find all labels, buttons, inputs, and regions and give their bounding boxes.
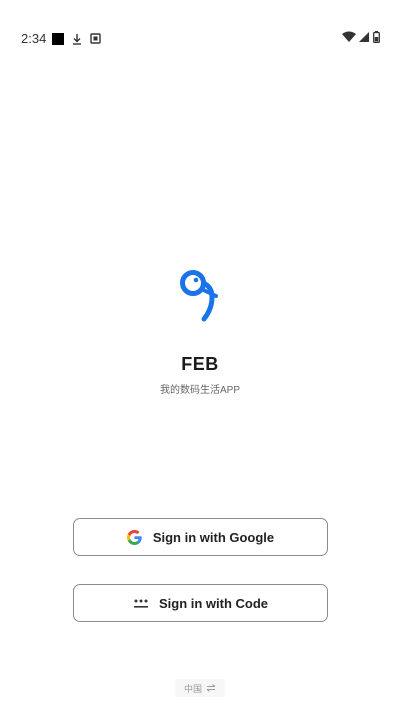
swap-arrows-icon: [206, 684, 216, 692]
black-square-notification-icon: [52, 32, 64, 45]
code-dots-icon: [133, 595, 149, 611]
download-icon: [73, 33, 81, 45]
sign-in-code-button[interactable]: Sign in with Code: [73, 584, 328, 622]
app-tagline: 我的数码生活APP: [159, 385, 240, 396]
cell-signal-icon: [359, 32, 369, 42]
sign-in-google-label: Sign in with Google: [152, 529, 275, 545]
sign-in-google-button[interactable]: Sign in with Google: [73, 518, 328, 556]
region-selector[interactable]: 中国: [175, 679, 225, 697]
status-time: 2:34: [21, 31, 47, 46]
battery-icon: [373, 31, 380, 43]
sign-in-code-label: Sign in with Code: [158, 595, 269, 611]
region-label: 中国: [183, 683, 202, 694]
google-g-icon: [127, 529, 143, 545]
status-bar: 2:34: [0, 0, 400, 78]
system-status-icons: [342, 31, 380, 43]
notification-icons: [52, 31, 101, 46]
app-name: FEB: [181, 354, 219, 374]
wifi-icon: [342, 31, 356, 42]
feb-logo-icon: [180, 270, 218, 322]
app-notification-icon: [90, 33, 101, 44]
